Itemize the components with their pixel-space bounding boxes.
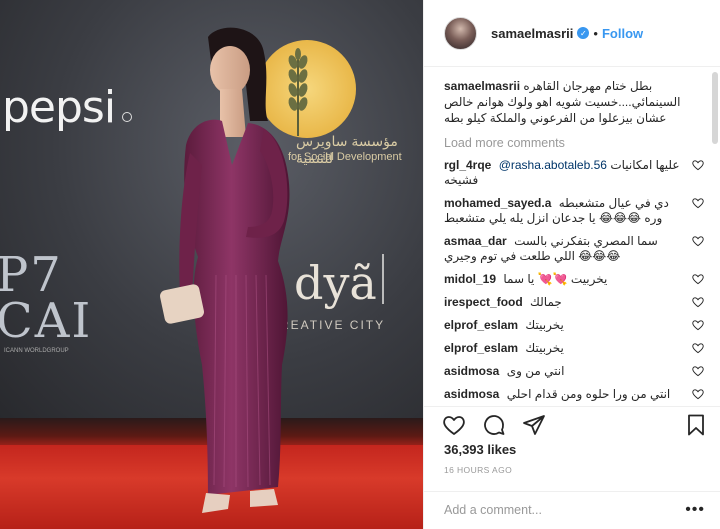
heart-icon[interactable] [691,318,705,332]
comment-row: asidmosa انتي من وى [444,364,705,379]
heart-icon[interactable] [691,364,705,378]
post-sidebar: samaelmasrii ✓ • Follow samaelmasrii بطل… [423,0,720,529]
comment-row: elprof_eslam يخربيتك [444,341,705,356]
comment-row: midol_19 يخربيت 💘💘 يا سما [444,272,705,287]
comment-mention[interactable]: @rasha.abotaleb.56 [499,158,607,172]
post-photo[interactable]: pepsi مؤسسة ساويرس للتنمية for Social De… [0,0,423,529]
more-options-icon[interactable]: ••• [685,501,705,519]
person-figure [160,27,290,513]
comment-row: rgl_4rqe @rasha.abotaleb.56 عليها امكاني… [444,158,705,188]
event-sign-left: P7 CAI [0,247,93,349]
like-heart-icon[interactable] [442,413,466,437]
comment-username[interactable]: rgl_4rqe [444,158,491,172]
load-more-comments-button[interactable]: Load more comments [444,136,705,150]
comments-list[interactable]: samaelmasrii بطل ختام مهرجان القاهره الس… [424,68,720,406]
comment-row: asmaa_dar سما المصري بتفكرني بالست اللي … [444,234,705,264]
comment-username[interactable]: midol_19 [444,272,496,286]
heart-icon[interactable] [691,272,705,286]
heart-icon[interactable] [691,234,705,248]
comment-row: elprof_eslam يخربيتك [444,318,705,333]
avatar[interactable] [444,16,477,50]
likes-count[interactable]: 36,393 likes [444,442,516,457]
caption-username[interactable]: samaelmasrii [444,79,520,93]
comment-text: يخربيت 💘💘 يا سما [503,272,608,286]
add-comment-bar: ••• [424,491,720,527]
comment-text: انتي من ورا حلوه ومن قدام احلي [506,387,671,401]
action-icons [442,413,712,443]
comment-text: يخربيتك [525,318,564,332]
header-separator: • [593,25,598,41]
comments-scrollbar[interactable] [712,72,718,144]
heart-icon[interactable] [691,196,705,210]
header-username[interactable]: samaelmasrii [491,26,573,41]
comment-input[interactable] [444,502,686,517]
comment-bubble-icon[interactable] [482,413,506,437]
comment-username[interactable]: asidmosa [444,387,499,401]
share-icon[interactable] [522,413,546,437]
post-caption: samaelmasrii بطل ختام مهرجان القاهره الس… [444,78,705,126]
post-header: samaelmasrii ✓ • Follow [424,0,720,67]
registered-mark [122,112,132,122]
post-actions: 36,393 likes 16 HOURS AGO ••• [424,406,720,526]
comment-text: جمالك [530,295,562,309]
comment-username[interactable]: elprof_eslam [444,318,518,332]
comment-row: asidmosa انتي من ورا حلوه ومن قدام احلي [444,387,705,402]
sponsor-logo-pepsi: pepsi [2,82,116,133]
heart-icon[interactable] [691,387,705,401]
event-sign-sub: ICANN WORLDGROUP [4,348,69,354]
follow-button[interactable]: Follow [602,26,643,41]
comment-username[interactable]: asmaa_dar [444,234,507,248]
comment-text: يخربيتك [525,341,564,355]
heart-icon[interactable] [691,295,705,309]
comment-username[interactable]: asidmosa [444,364,499,378]
post-timestamp[interactable]: 16 HOURS AGO [444,465,512,475]
bookmark-icon[interactable] [684,413,708,437]
verified-badge-icon: ✓ [577,27,590,39]
comment-text: انتي من وى [506,364,565,378]
heart-icon[interactable] [691,341,705,355]
comment-username[interactable]: irespect_food [444,295,523,309]
heart-icon[interactable] [691,158,705,172]
comment-row: mohamed_sayed.a دي في عيال متشعبطه وره 😂… [444,196,705,226]
brand-divider [382,254,384,304]
comment-username[interactable]: mohamed_sayed.a [444,196,551,210]
comment-row: irespect_food جمالك [444,295,705,310]
comment-username[interactable]: elprof_eslam [444,341,518,355]
